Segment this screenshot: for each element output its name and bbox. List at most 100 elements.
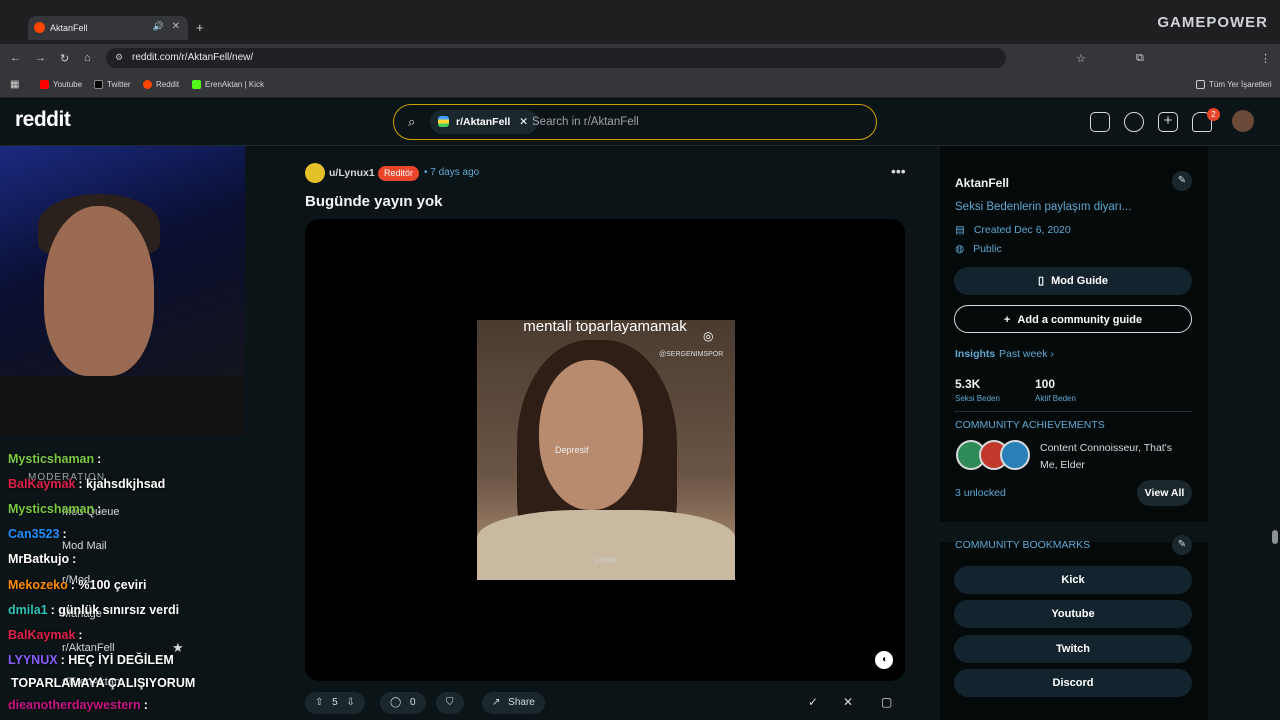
user-flair: Reditör [378,166,420,181]
search-subreddit-chip[interactable]: r/AktanFell ✕ [430,110,538,134]
mod-guide-label: Mod Guide [1051,275,1108,287]
bookmark-reddit[interactable]: Reddit [143,80,179,89]
share-icon: ↗ [492,697,501,708]
bookmarks-title: COMMUNITY BOOKMARKS [955,539,1091,551]
chat-text: : [143,698,148,712]
insights-label[interactable]: Insights [955,348,995,360]
tab-audio-icon[interactable]: 🔊 [153,21,164,32]
share-button[interactable]: ↗ Share [482,692,545,714]
bookmark-twitch-button[interactable]: Twitch [954,635,1192,663]
chat-username[interactable]: MrBatkujo [8,552,69,566]
reload-icon[interactable]: ↻ [60,52,69,65]
home-icon[interactable]: ⌂ [84,52,91,64]
browser-tab[interactable]: AktanFell 🔊 ✕ [28,16,188,40]
webcam-face [44,206,154,376]
reddit-logo[interactable]: reddit [15,108,71,132]
advertise-icon[interactable] [1090,112,1110,132]
back-icon[interactable]: ← [10,52,21,64]
add-community-guide-button[interactable]: + Add a community guide [954,305,1192,333]
site-info-icon[interactable]: ⚙ [115,52,123,63]
chat-text: : günlük sınırsız verdi [50,603,180,617]
approve-icon[interactable]: ✓ [808,695,818,709]
bookmark-label: ErenAktan | Kick [205,80,264,89]
community-description: Seksi Bedenlerin paylaşım diyarı... [955,201,1132,213]
chat-message: dmila1: günlük sınırsız verdi [8,603,179,617]
mod-guide-button[interactable]: ▯ Mod Guide [954,267,1192,295]
bookmark-twitter[interactable]: Twitter [94,80,131,89]
browser-tab-bar: AktanFell 🔊 ✕ + GAMEPOWER [0,0,1280,44]
post-title[interactable]: Bugünde yayın yok [305,193,443,210]
bookmark-kick[interactable]: ErenAktan | Kick [192,80,264,89]
vote-bar[interactable]: ⇧ 5 ⇩ [305,692,365,714]
page-scrollbar[interactable] [1270,146,1280,720]
bookmark-star-icon[interactable]: ☆ [1076,52,1086,65]
shield-icon: ⛉ [446,697,454,708]
video-frame [477,320,735,580]
insights-range[interactable]: Past week › [999,348,1054,360]
chat-text: : [62,527,67,541]
volume-icon[interactable]: ◖ [875,651,893,669]
post-options-icon[interactable]: ••• [891,163,906,179]
post-author-avatar[interactable] [305,163,325,183]
chat-username[interactable]: dmila1 [8,603,48,617]
edit-community-icon[interactable]: ✎ [1172,171,1192,191]
downvote-icon[interactable]: ⇩ [347,697,355,708]
members-label: Seksi Beden [955,394,1000,403]
chat-username[interactable]: Mysticshaman [8,452,94,466]
post-time: • 7 days ago [424,167,480,178]
chat-text: : [78,628,83,642]
address-bar[interactable]: ⚙ reddit.com/r/AktanFell/new/ [106,48,1006,68]
chat-username[interactable]: Mekozeko [8,578,68,592]
bookmark-youtube[interactable]: Youtube [40,80,82,89]
chat-username[interactable]: BalKaymak [8,477,75,491]
apps-grid-icon[interactable]: ▦ [10,79,19,90]
chat-icon[interactable] [1124,112,1144,132]
view-all-button[interactable]: View All [1137,480,1192,506]
upvote-icon[interactable]: ⇧ [315,697,323,708]
reddit-favicon-icon [34,22,45,33]
chat-username[interactable]: LYYNUX [8,653,58,667]
bookmark-youtube-button[interactable]: Youtube [954,600,1192,628]
chat-message: BalKaymak: [8,628,83,642]
community-name: AktanFell [955,176,1010,190]
scrollbar-thumb[interactable] [1272,530,1278,544]
nav-mod-mail[interactable]: Mod Mail [62,540,107,552]
bookmark-kick-button[interactable]: Kick [954,566,1192,594]
tab-close-icon[interactable]: ✕ [172,21,180,32]
forward-icon[interactable]: → [35,52,46,64]
create-post-icon[interactable]: + [1158,112,1178,132]
vote-count: 5 [332,697,338,708]
search-bar[interactable]: ⌕ r/AktanFell ✕ Search in r/AktanFell [393,104,877,140]
chat-username[interactable]: Can3523 [8,527,59,541]
cake-icon: ▤ [955,224,965,236]
chat-username[interactable]: dieanotherdaywestern [8,698,141,712]
chat-username[interactable]: Mysticshaman [8,502,94,516]
extensions-icon[interactable]: ⧉ [1136,52,1144,65]
bookmark-discord-button[interactable]: Discord [954,669,1192,697]
comment-icon: ◯ [390,697,402,708]
video-face [539,360,643,510]
achievements-text: Content Connoisseur, That's Me, Elder [1040,442,1172,471]
overlay-brand-logo: GAMEPOWER [1157,14,1268,31]
chat-message: BalKaymak: kjahsdkjhsad [8,477,165,491]
comments-button[interactable]: ◯ 0 [380,692,426,714]
created-text: Created Dec 6, 2020 [973,224,1071,236]
post-video[interactable]: mentali toparlayamamak @SERGENIMSPOR ◎ D… [305,219,905,681]
twitter-icon [94,80,103,89]
user-avatar[interactable] [1232,110,1254,132]
all-bookmarks[interactable]: Tüm Yer İşaretleri [1196,80,1272,89]
browser-menu-icon[interactable]: ⋮ [1260,52,1271,65]
chat-message: MrBatkujo: [8,552,76,566]
subreddit-icon [438,116,449,127]
more-mod-icon[interactable]: ▢ [881,695,892,709]
mod-shield-button[interactable]: ⛉ [436,692,464,714]
reddit-icon [143,80,152,89]
new-tab-button[interactable]: + [196,20,204,35]
post-author[interactable]: u/Lynux1 [329,167,375,179]
achievement-badge-icon[interactable] [1000,440,1030,470]
chat-username[interactable]: BalKaymak [8,628,75,642]
chip-close-icon[interactable]: ✕ [519,116,528,128]
remove-icon[interactable]: ✕ [843,695,853,709]
edit-bookmarks-icon[interactable]: ✎ [1172,535,1192,555]
sidebar-divider [954,411,1192,412]
